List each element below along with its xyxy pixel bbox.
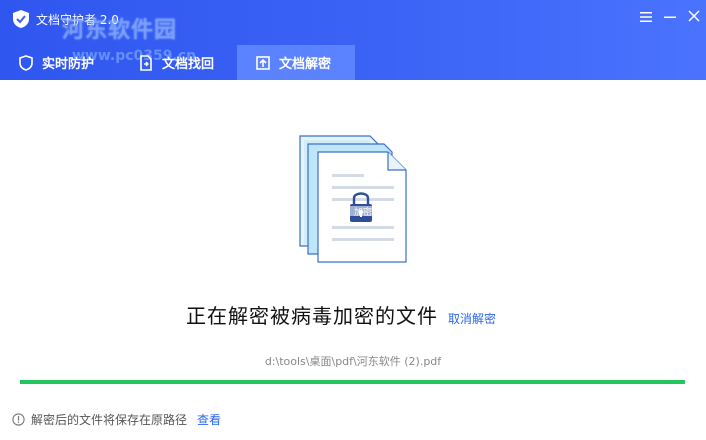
watermark-text: 河东软件园	[62, 18, 178, 43]
tab-document-decrypt[interactable]: 文档解密	[237, 45, 355, 80]
cancel-decrypt-link[interactable]: 取消解密	[448, 310, 496, 327]
document-restore-icon	[140, 54, 152, 71]
minimize-icon	[664, 16, 676, 18]
tab-label: 文档解密	[279, 57, 332, 72]
title-bar: 文档守护者 2.0 河东软件园 www.pc0359.cn 实时防护 文档找回 …	[0, 0, 706, 80]
info-icon	[12, 412, 25, 426]
tab-document-restore[interactable]: 文档找回	[138, 45, 236, 80]
app-logo-icon	[13, 10, 29, 28]
tab-label: 实时防护	[42, 57, 95, 72]
encrypted-badge-text: 加密	[354, 206, 372, 218]
tab-label: 文档找回	[162, 57, 215, 72]
close-button[interactable]	[682, 6, 706, 28]
window-title-row: 文档守护者 2.0 河东软件园 www.pc0359.cn	[0, 0, 706, 64]
encrypted-document-illustration: 加密	[299, 135, 407, 263]
tab-bar: 实时防护 文档找回 文档解密	[0, 45, 706, 80]
view-link[interactable]: 查看	[197, 411, 221, 428]
status-line: 正在解密被病毒加密的文件 取消解密	[186, 300, 496, 329]
tab-realtime-protection[interactable]: 实时防护	[18, 45, 118, 80]
close-icon	[688, 10, 700, 22]
footer-note: 解密后的文件将保存在原路径	[31, 412, 188, 427]
progress-fill	[20, 380, 685, 384]
menu-icon	[640, 12, 652, 22]
unlock-upload-icon	[256, 55, 270, 70]
minimize-button[interactable]	[658, 6, 682, 28]
current-file-path: d:\tools\桌面\pdf\河东软件 (2).pdf	[264, 355, 442, 368]
menu-button[interactable]	[634, 6, 658, 28]
footer: 解密后的文件将保存在原路径 查看	[12, 411, 221, 427]
progress-bar	[20, 380, 685, 384]
shield-icon	[19, 54, 33, 71]
status-message: 正在解密被病毒加密的文件	[186, 304, 438, 328]
